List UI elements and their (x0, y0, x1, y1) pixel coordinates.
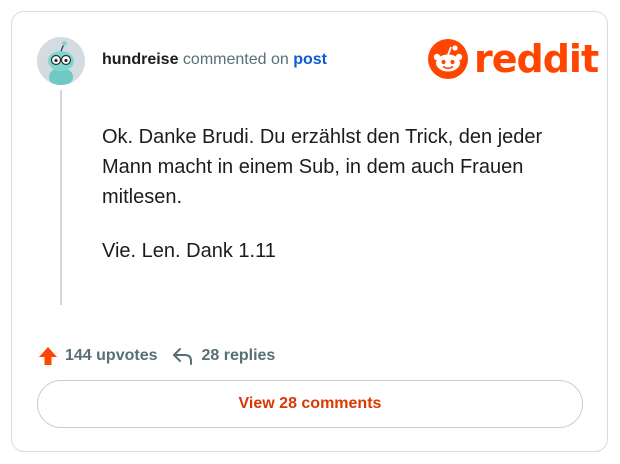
snoo-avatar-icon (37, 37, 85, 85)
comment-paragraph-2: Vie. Len. Dank 1.11 (102, 240, 276, 262)
upvote-arrow-icon[interactable] (37, 345, 59, 367)
comment-stats: 144 upvotes 28 replies (37, 345, 275, 367)
upvote-stat[interactable]: 144 upvotes (37, 345, 157, 367)
comment-paragraph-1: Ok. Danke Brudi. Du erzählst den Trick, … (102, 126, 543, 208)
upvote-count: 144 upvotes (65, 347, 158, 364)
user-avatar[interactable] (37, 37, 85, 85)
reddit-snoo-icon (428, 39, 468, 79)
comment-meta: hundreise commented on post (102, 51, 327, 69)
comment-body: Ok. Danke Brudi. Du erzählst den Trick, … (102, 122, 572, 290)
reply-stat[interactable]: 28 replies (171, 345, 275, 367)
post-link[interactable]: post (293, 51, 327, 68)
username-link[interactable]: hundreise (102, 51, 178, 68)
reply-count: 28 replies (201, 347, 276, 364)
action-text: commented on (182, 51, 289, 68)
thread-line (60, 90, 62, 305)
reply-arrow-icon[interactable] (171, 345, 195, 367)
reddit-wordmark: reddit (474, 37, 599, 81)
reddit-logo: reddit (428, 37, 599, 81)
view-comments-button[interactable]: View 28 comments (37, 380, 583, 428)
